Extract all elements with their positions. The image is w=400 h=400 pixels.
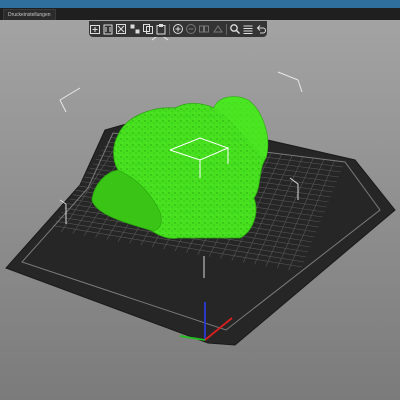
split-objects-button[interactable] <box>198 22 210 36</box>
add-instance-button[interactable] <box>172 22 184 36</box>
toolbar-separator <box>225 23 227 35</box>
search-button[interactable] <box>228 22 240 36</box>
add-instance-icon <box>172 24 183 34</box>
arrange-icon <box>130 24 140 34</box>
tab-print-settings[interactable]: Druckeinstellungen <box>3 9 56 20</box>
delete-all-icon <box>116 24 127 34</box>
toolbar-separator <box>169 23 170 35</box>
paste-button[interactable] <box>155 22 167 36</box>
layers-icon <box>243 25 253 34</box>
undo-button[interactable] <box>255 22 267 36</box>
tab-bar <box>0 8 400 20</box>
split-objects-icon <box>199 25 210 33</box>
layers-button[interactable] <box>242 22 254 36</box>
split-parts-button[interactable] <box>211 22 223 36</box>
delete-icon <box>103 24 113 35</box>
title-bar <box>0 0 400 8</box>
main-toolbar <box>89 21 267 37</box>
undo-icon <box>256 25 266 34</box>
arrange-button[interactable] <box>129 22 141 36</box>
split-parts-icon <box>212 25 223 33</box>
3d-viewport[interactable] <box>0 20 400 400</box>
remove-instance-button[interactable] <box>185 22 197 36</box>
add-object-icon <box>90 25 101 34</box>
copy-icon <box>142 24 153 34</box>
remove-instance-icon <box>186 24 197 34</box>
delete-all-button[interactable] <box>115 22 127 36</box>
delete-button[interactable] <box>102 22 114 36</box>
search-icon <box>229 24 240 35</box>
add-object-button[interactable] <box>89 22 101 36</box>
copy-button[interactable] <box>142 22 154 36</box>
paste-icon <box>156 24 166 35</box>
